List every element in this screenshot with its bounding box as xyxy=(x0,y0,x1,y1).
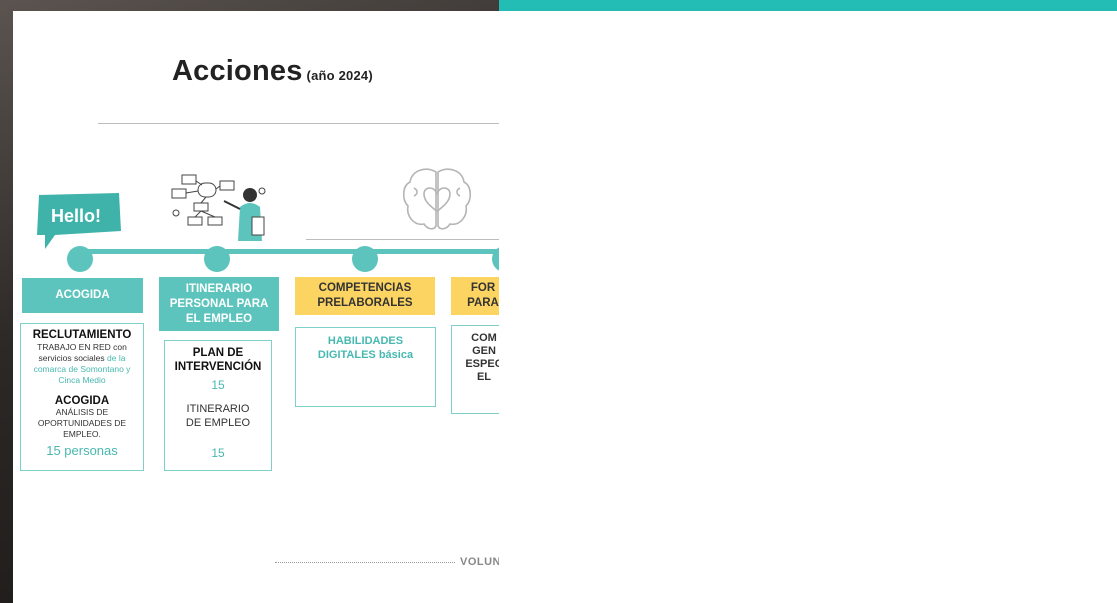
timeline-dot-competencias xyxy=(352,246,378,272)
text-part: básica xyxy=(378,349,414,361)
category-label: ITINERARIO PERSONAL PARA EL EMPLEO xyxy=(169,282,269,325)
card-competencias: HABILIDADES DIGITALES básica xyxy=(295,327,436,407)
category-label: ACOGIDA xyxy=(55,289,110,301)
category-label: FOR PARA xyxy=(467,282,499,309)
hello-speech-bubble-icon: Hello! xyxy=(35,191,123,249)
footer-dotted-line xyxy=(275,562,455,563)
category-formacion: FOR PARA xyxy=(451,277,499,315)
hello-text: Hello! xyxy=(51,206,101,226)
timeline-dot-itinerario xyxy=(204,246,230,272)
text-part: servicios sociales xyxy=(38,353,105,363)
document-page: Acciones (año 2024) Hello! ACOGIDA ITINE… xyxy=(13,11,499,603)
card-heading: ACOGIDA xyxy=(54,395,110,407)
card-text: TRABAJO EN RED con servicios sociales de… xyxy=(21,342,143,386)
page-title: Acciones (año 2024) xyxy=(172,55,373,88)
timeline-line xyxy=(73,249,499,254)
card-text: COM GEN ESPEC EL xyxy=(465,332,499,383)
category-label: COMPETENCIAS PRELABORALES xyxy=(317,282,413,309)
brain-heart-icon xyxy=(402,166,472,234)
card-heading: RECLUTAMIENTO xyxy=(32,329,132,341)
footer-text: VOLUN xyxy=(460,556,499,568)
section-divider xyxy=(306,239,499,240)
text-part: TRABAJO EN RED con xyxy=(37,342,127,352)
woman-flowchart-illustration-icon xyxy=(170,173,270,243)
card-value: 15 xyxy=(211,378,225,392)
category-acogida: ACOGIDA xyxy=(22,278,143,313)
top-accent-bar xyxy=(499,0,1117,11)
category-competencias: COMPETENCIAS PRELABORALES xyxy=(295,277,435,315)
title-year: (año 2024) xyxy=(306,68,373,83)
title-divider xyxy=(98,123,499,124)
card-text: ANÁLISIS DE OPORTUNIDADES DE EMPLEO. xyxy=(37,407,127,439)
timeline-dot-acogida xyxy=(67,246,93,272)
card-heading: PLAN DE INTERVENCIÓN xyxy=(174,347,262,373)
card-acogida: RECLUTAMIENTO TRABAJO EN RED con servici… xyxy=(20,323,144,471)
card-count: 15 personas xyxy=(46,443,118,458)
title-main: Acciones xyxy=(172,55,303,87)
card-itinerario: PLAN DE INTERVENCIÓN 15 ITINERARIO DE EM… xyxy=(164,340,272,471)
card-formacion: COM GEN ESPEC EL xyxy=(451,325,499,414)
category-itinerario: ITINERARIO PERSONAL PARA EL EMPLEO xyxy=(159,277,279,331)
card-value: 15 xyxy=(211,446,225,460)
card-text: HABILIDADES DIGITALES básica xyxy=(296,334,435,362)
card-text: ITINERARIO DE EMPLEO xyxy=(185,403,251,429)
